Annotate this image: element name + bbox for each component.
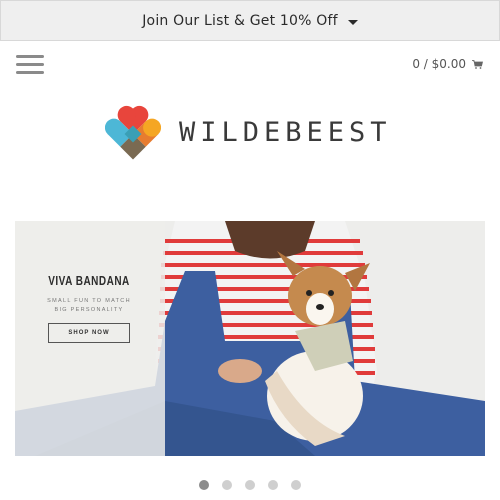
hamburger-menu-icon[interactable]	[16, 55, 44, 77]
promo-bar[interactable]: Join Our List & Get 10% Off	[0, 0, 500, 41]
slide-dot-3[interactable]	[245, 480, 255, 490]
slideshow-dots	[199, 480, 314, 490]
promo-text: Join Our List & Get 10% Off	[142, 12, 338, 29]
cart-label: 0 / $0.00	[412, 57, 466, 71]
slide-dot-5[interactable]	[291, 480, 301, 490]
hero-text-block: VIVA BANDANA SMALL FUN TO MATCH BIG PERS…	[15, 274, 163, 343]
cart-icon	[472, 59, 483, 69]
logo-text: WILDEBEEST	[179, 116, 392, 148]
chevron-down-icon	[347, 19, 358, 25]
cart-link[interactable]: 0 / $0.00	[412, 57, 483, 71]
slide-dot-2[interactable]	[222, 480, 232, 490]
hero-title: VIVA BANDANA	[48, 274, 130, 289]
hero-banner[interactable]: VIVA BANDANA SMALL FUN TO MATCH BIG PERS…	[15, 221, 485, 456]
hero-subtitle-line2: BIG PERSONALITY	[54, 307, 124, 313]
hero-subtitle-line1: SMALL FUN TO MATCH	[47, 298, 131, 304]
slide-dot-1[interactable]	[199, 480, 209, 490]
site-logo[interactable]: WILDEBEEST	[105, 104, 392, 160]
slide-dot-4[interactable]	[268, 480, 278, 490]
shop-now-button[interactable]: SHOP NOW	[48, 323, 130, 343]
heart-logo-icon	[105, 105, 161, 160]
